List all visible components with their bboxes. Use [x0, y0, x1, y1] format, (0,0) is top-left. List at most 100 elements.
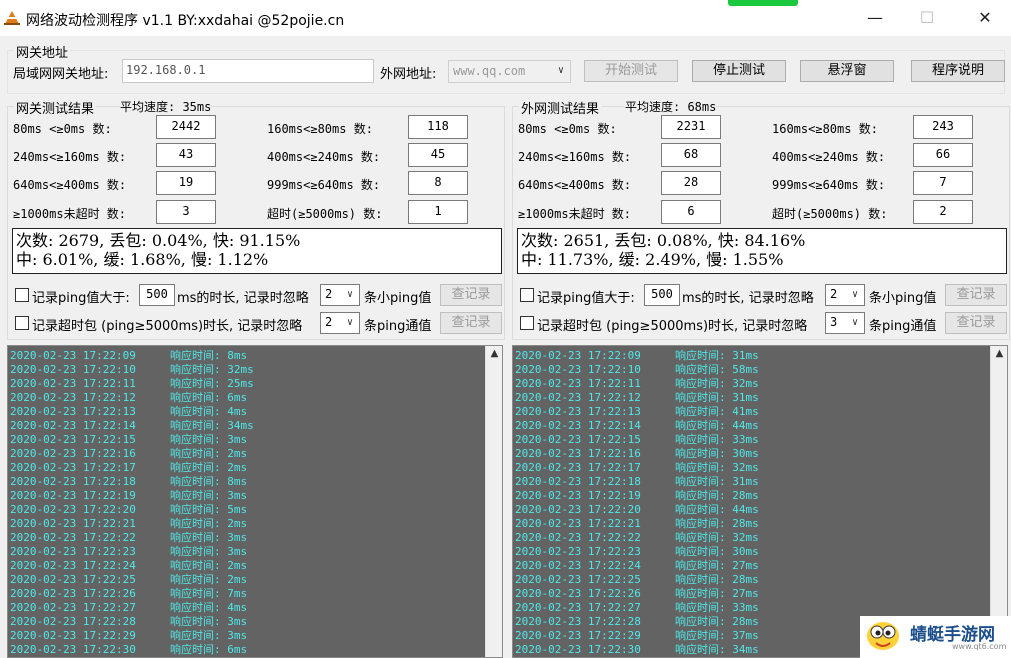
gateway-stat-label: 240ms<≥160ms 数: — [13, 150, 127, 164]
wan-ping-threshold-input[interactable]: 500 — [644, 284, 680, 306]
log-line: 2020-02-23 17:22:25 响应时间: 2ms — [10, 573, 247, 587]
wan-stat-label: ≥1000ms未超时 数: — [518, 207, 632, 221]
gateway-view-timeout-log-button[interactable]: 查记录 — [440, 312, 502, 334]
gateway-view-log-button[interactable]: 查记录 — [440, 284, 502, 306]
scroll-up-icon[interactable]: ▲ — [486, 348, 502, 359]
gateway-stat-value[interactable]: 2442 — [156, 115, 216, 139]
log-timestamp: 2020-02-23 17:22:25 — [10, 573, 136, 586]
wan-address-select[interactable]: www.qq.com ∨ — [448, 60, 571, 83]
log-timestamp: 2020-02-23 17:22:17 — [10, 461, 136, 474]
log-response-time: 响应时间: 27ms — [675, 587, 759, 600]
log-timestamp: 2020-02-23 17:22:19 — [515, 489, 641, 502]
log-line: 2020-02-23 17:22:27 响应时间: 33ms — [515, 601, 759, 615]
gateway-stat-value[interactable]: 43 — [156, 143, 216, 167]
wan-stat-value[interactable]: 2 — [913, 200, 973, 224]
wan-stat-label: 400ms<≥240ms 数: — [772, 150, 886, 164]
log-line: 2020-02-23 17:22:27 响应时间: 4ms — [10, 601, 247, 615]
floating-window-tab[interactable] — [728, 0, 798, 6]
log-timestamp: 2020-02-23 17:22:20 — [515, 503, 641, 516]
wan-record-timeout-checkbox[interactable] — [520, 316, 534, 330]
wan-record-slow-checkbox[interactable] — [520, 288, 534, 302]
wan-view-log-button[interactable]: 查记录 — [945, 284, 1007, 306]
log-timestamp: 2020-02-23 17:22:29 — [10, 629, 136, 642]
log-response-time: 响应时间: 3ms — [170, 433, 248, 446]
float-window-button[interactable]: 悬浮窗 — [800, 60, 894, 82]
log-response-time: 响应时间: 4ms — [170, 601, 248, 614]
wan-stat-value[interactable]: 66 — [913, 143, 973, 167]
log-response-time: 响应时间: 6ms — [170, 391, 248, 404]
gateway-stat-value[interactable]: 118 — [408, 115, 468, 139]
wan-stat-label: 240ms<≥160ms 数: — [518, 150, 632, 164]
log-timestamp: 2020-02-23 17:22:24 — [10, 559, 136, 572]
log-response-time: 响应时间: 4ms — [170, 405, 248, 418]
log-response-time: 响应时间: 58ms — [675, 363, 759, 376]
close-button[interactable]: ✕ — [962, 6, 1008, 32]
log-timestamp: 2020-02-23 17:22:10 — [10, 363, 136, 376]
stop-test-button[interactable]: 停止测试 — [692, 60, 786, 82]
log-response-time: 响应时间: 28ms — [675, 517, 759, 530]
wan-stat-value[interactable]: 2231 — [661, 115, 721, 139]
gateway-stat-value[interactable]: 3 — [156, 200, 216, 224]
lan-gateway-label: 局域网网关地址: — [13, 67, 109, 82]
close-icon: ✕ — [978, 8, 992, 27]
gateway-stat-value[interactable]: 45 — [408, 143, 468, 167]
wan-stat-value[interactable]: 68 — [661, 143, 721, 167]
log-response-time: 响应时间: 41ms — [675, 405, 759, 418]
maximize-button[interactable]: ☐ — [904, 6, 950, 32]
log-timestamp: 2020-02-23 17:22:10 — [515, 363, 641, 376]
gateway-stat-label: 640ms<≥400ms 数: — [13, 178, 127, 192]
watermark: 蜻蜓手游网 www.qt6.com — [860, 616, 1011, 658]
gateway-summary-line: 中: 6.01%, 缓: 1.68%, 慢: 1.12% — [16, 250, 269, 269]
log-line: 2020-02-23 17:22:26 响应时间: 7ms — [10, 587, 247, 601]
gateway-record-timeout-checkbox[interactable] — [15, 316, 29, 330]
log-timestamp: 2020-02-23 17:22:11 — [10, 377, 136, 390]
wan-stat-value[interactable]: 28 — [661, 171, 721, 195]
wan-stat-value[interactable]: 243 — [913, 115, 973, 139]
log-line: 2020-02-23 17:22:29 响应时间: 3ms — [10, 629, 247, 643]
gateway-record-slow-checkbox[interactable] — [15, 288, 29, 302]
log-line: 2020-02-23 17:22:19 响应时间: 3ms — [10, 489, 247, 503]
gateway-log-panel[interactable]: 2020-02-23 17:22:30 响应时间: 6ms 2020-02-23 1… — [7, 345, 503, 658]
title-bar[interactable]: 网络波动检测程序 v1.1 BY:xxdahai @52pojie.cn — ☐… — [0, 0, 1011, 36]
log-timestamp: 2020-02-23 17:22:30 — [515, 643, 641, 656]
log-timestamp: 2020-02-23 17:22:18 — [10, 475, 136, 488]
gateway-timeout-ignore-select[interactable]: 2 ∨ — [320, 312, 360, 334]
wan-summary-line: 次数: 2651, 丢包: 0.08%, 快: 84.16% — [521, 231, 806, 250]
scrollbar[interactable]: ▲ — [990, 346, 1007, 657]
scroll-up-icon[interactable]: ▲ — [991, 348, 1007, 359]
wan-ignore-count-value: 2 — [830, 287, 838, 301]
log-timestamp: 2020-02-23 17:22:24 — [515, 559, 641, 572]
gateway-stat-value[interactable]: 19 — [156, 171, 216, 195]
wan-results-title: 外网测试结果 — [519, 98, 602, 117]
log-line: 2020-02-23 17:22:12 响应时间: 31ms — [515, 391, 759, 405]
start-test-button[interactable]: 开始测试 — [584, 60, 678, 82]
gateway-opt2-label: 条ping通值 — [364, 319, 432, 334]
wan-ignore-count-select[interactable]: 2 ∨ — [825, 284, 865, 306]
gateway-ping-threshold-input[interactable]: 500 — [139, 284, 175, 306]
log-line: 2020-02-23 17:22:13 响应时间: 4ms — [10, 405, 247, 419]
wan-stat-value[interactable]: 7 — [913, 171, 973, 195]
log-response-time: 响应时间: 2ms — [170, 573, 248, 586]
help-button[interactable]: 程序说明 — [911, 60, 1005, 82]
minimize-button[interactable]: — — [852, 6, 898, 32]
log-timestamp: 2020-02-23 17:22:30 — [10, 643, 136, 656]
wan-view-timeout-log-button[interactable]: 查记录 — [945, 312, 1007, 334]
gateway-ignore-count-select[interactable]: 2 ∨ — [320, 284, 360, 306]
log-line: 2020-02-23 17:22:22 响应时间: 3ms — [10, 531, 247, 545]
wan-timeout-ignore-select[interactable]: 3 ∨ — [825, 312, 865, 334]
wan-stat-value[interactable]: 6 — [661, 200, 721, 224]
log-response-time: 响应时间: 8ms — [170, 349, 248, 362]
gateway-stat-value[interactable]: 1 — [408, 200, 468, 224]
wan-avg-speed: 平均速度: 68ms — [625, 98, 717, 115]
log-timestamp: 2020-02-23 17:22:14 — [515, 419, 641, 432]
gateway-stat-value[interactable]: 8 — [408, 171, 468, 195]
log-response-time: 响应时间: 3ms — [170, 531, 248, 544]
chevron-down-icon: ∨ — [851, 317, 859, 328]
gateway-opt1-label: 记录ping值大于: — [32, 291, 130, 306]
lan-gateway-input[interactable]: 192.168.0.1 — [122, 59, 374, 83]
log-line: 2020-02-23 17:22:23 响应时间: 30ms — [515, 545, 759, 559]
log-timestamp: 2020-02-23 17:22:23 — [515, 545, 641, 558]
scrollbar[interactable]: ▲ — [485, 346, 502, 657]
log-response-time: 响应时间: 7ms — [170, 587, 248, 600]
wan-log-panel[interactable]: 2020-02-23 17:22:30 响应时间: 34ms 2020-02-23 … — [512, 345, 1008, 658]
